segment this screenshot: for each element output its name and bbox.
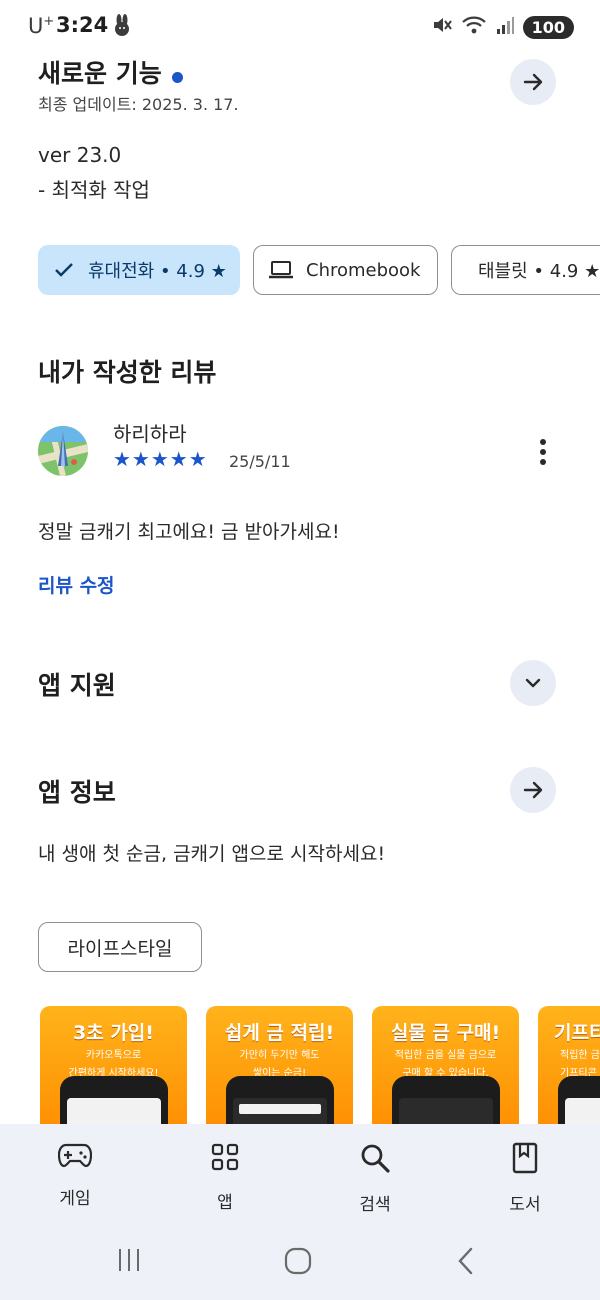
category-tag[interactable]: 라이프스타일 [38,922,202,972]
chip-tablet[interactable]: 태블릿 • 4.9 ★ [451,245,600,295]
screenshot-subtitle: 적립한 금 [560,1050,600,1061]
app-support-expand-button[interactable] [510,660,556,706]
home-icon [284,1247,312,1275]
book-icon [512,1142,538,1174]
app-info-heading[interactable]: 앱 정보 [38,773,116,809]
new-indicator-dot [171,72,183,83]
nav-search[interactable]: 검색 [325,1142,425,1215]
last-updated: 최종 업데이트: 2025. 3. 17. [38,95,239,114]
app-support-heading[interactable]: 앱 지원 [38,666,116,702]
user-avatar [38,426,88,476]
apps-grid-icon [211,1143,239,1171]
laptop-icon [269,261,293,279]
back-button[interactable] [456,1247,476,1279]
app-description: 내 생애 첫 순금, 금캐기 앱으로 시작하세요! [38,843,386,865]
screenshot-subtitle: 카카오톡으로 [85,1050,142,1061]
chip-chromebook[interactable]: Chromebook [253,245,438,295]
gamepad-icon [57,1143,93,1168]
more-vertical-icon [540,439,546,465]
carrier-label: U+ [28,14,55,38]
review-more-button[interactable] [528,434,558,470]
screenshot-title: 기프티 [554,1022,600,1044]
nav-games[interactable]: 게임 [25,1142,125,1209]
app-info-arrow-button[interactable] [510,767,556,813]
edit-review-link[interactable]: 리뷰 수정 [38,571,115,598]
status-time: 3:24 [56,13,109,37]
battery-indicator: 100 [522,15,574,39]
arrow-right-icon [523,73,543,91]
home-button[interactable] [284,1247,312,1279]
chip-phone-label: 휴대전화 • 4.9 ★ [88,261,227,282]
nav-apps[interactable]: 앱 [175,1142,275,1213]
review-date: 25/5/11 [229,452,291,471]
whats-new-arrow-button[interactable] [510,59,556,105]
review-text: 정말 금캐기 최고에요! 금 받아가세요! [38,521,340,543]
screenshot-title: 실물 금 구매! [390,1022,501,1044]
nav-games-label: 게임 [59,1189,91,1209]
signal-icon [495,15,515,39]
recent-apps-button[interactable] [116,1247,142,1277]
arrow-right-icon [523,781,543,799]
whats-new-header[interactable]: 새로운 기능 [38,54,183,90]
back-icon [458,1247,473,1275]
chip-tablet-label: 태블릿 • 4.9 ★ [478,261,600,282]
search-icon [361,1144,390,1173]
nav-search-label: 검색 [359,1195,391,1215]
chip-chromebook-label: Chromebook [306,259,421,281]
review-user-name: 하리하라 [113,422,187,446]
chip-phone[interactable]: 휴대전화 • 4.9 ★ [38,245,240,295]
chevron-down-icon [525,678,541,688]
nav-books-label: 도서 [509,1195,541,1215]
my-review-heading: 내가 작성한 리뷰 [38,358,217,387]
nav-apps-label: 앱 [217,1193,233,1213]
status-bar: U+ 3:24 100 [0,0,600,56]
wifi-icon [461,14,487,40]
review-stars: ★★★★★ [113,447,208,471]
recent-apps-icon [119,1249,139,1271]
screenshot-title: 쉽게 금 적립! [224,1022,335,1044]
mute-icon [431,14,453,40]
bottom-navigation: 게임 앱 검색 도서 [0,1124,600,1230]
screenshot-subtitle: 적립한 금을 실물 금으로 [394,1050,497,1061]
release-note: - 최적화 작업 [38,178,150,202]
screenshot-title: 3초 가입! [73,1022,154,1044]
rabbit-icon [112,14,132,40]
whats-new-title: 새로운 기능 [38,59,162,88]
version-text: ver 23.0 [38,143,122,167]
nav-books[interactable]: 도서 [475,1142,575,1215]
system-navigation-bar [0,1230,600,1300]
check-icon [55,263,73,277]
screenshot-subtitle: 가만히 두기만 해도 [239,1050,320,1061]
